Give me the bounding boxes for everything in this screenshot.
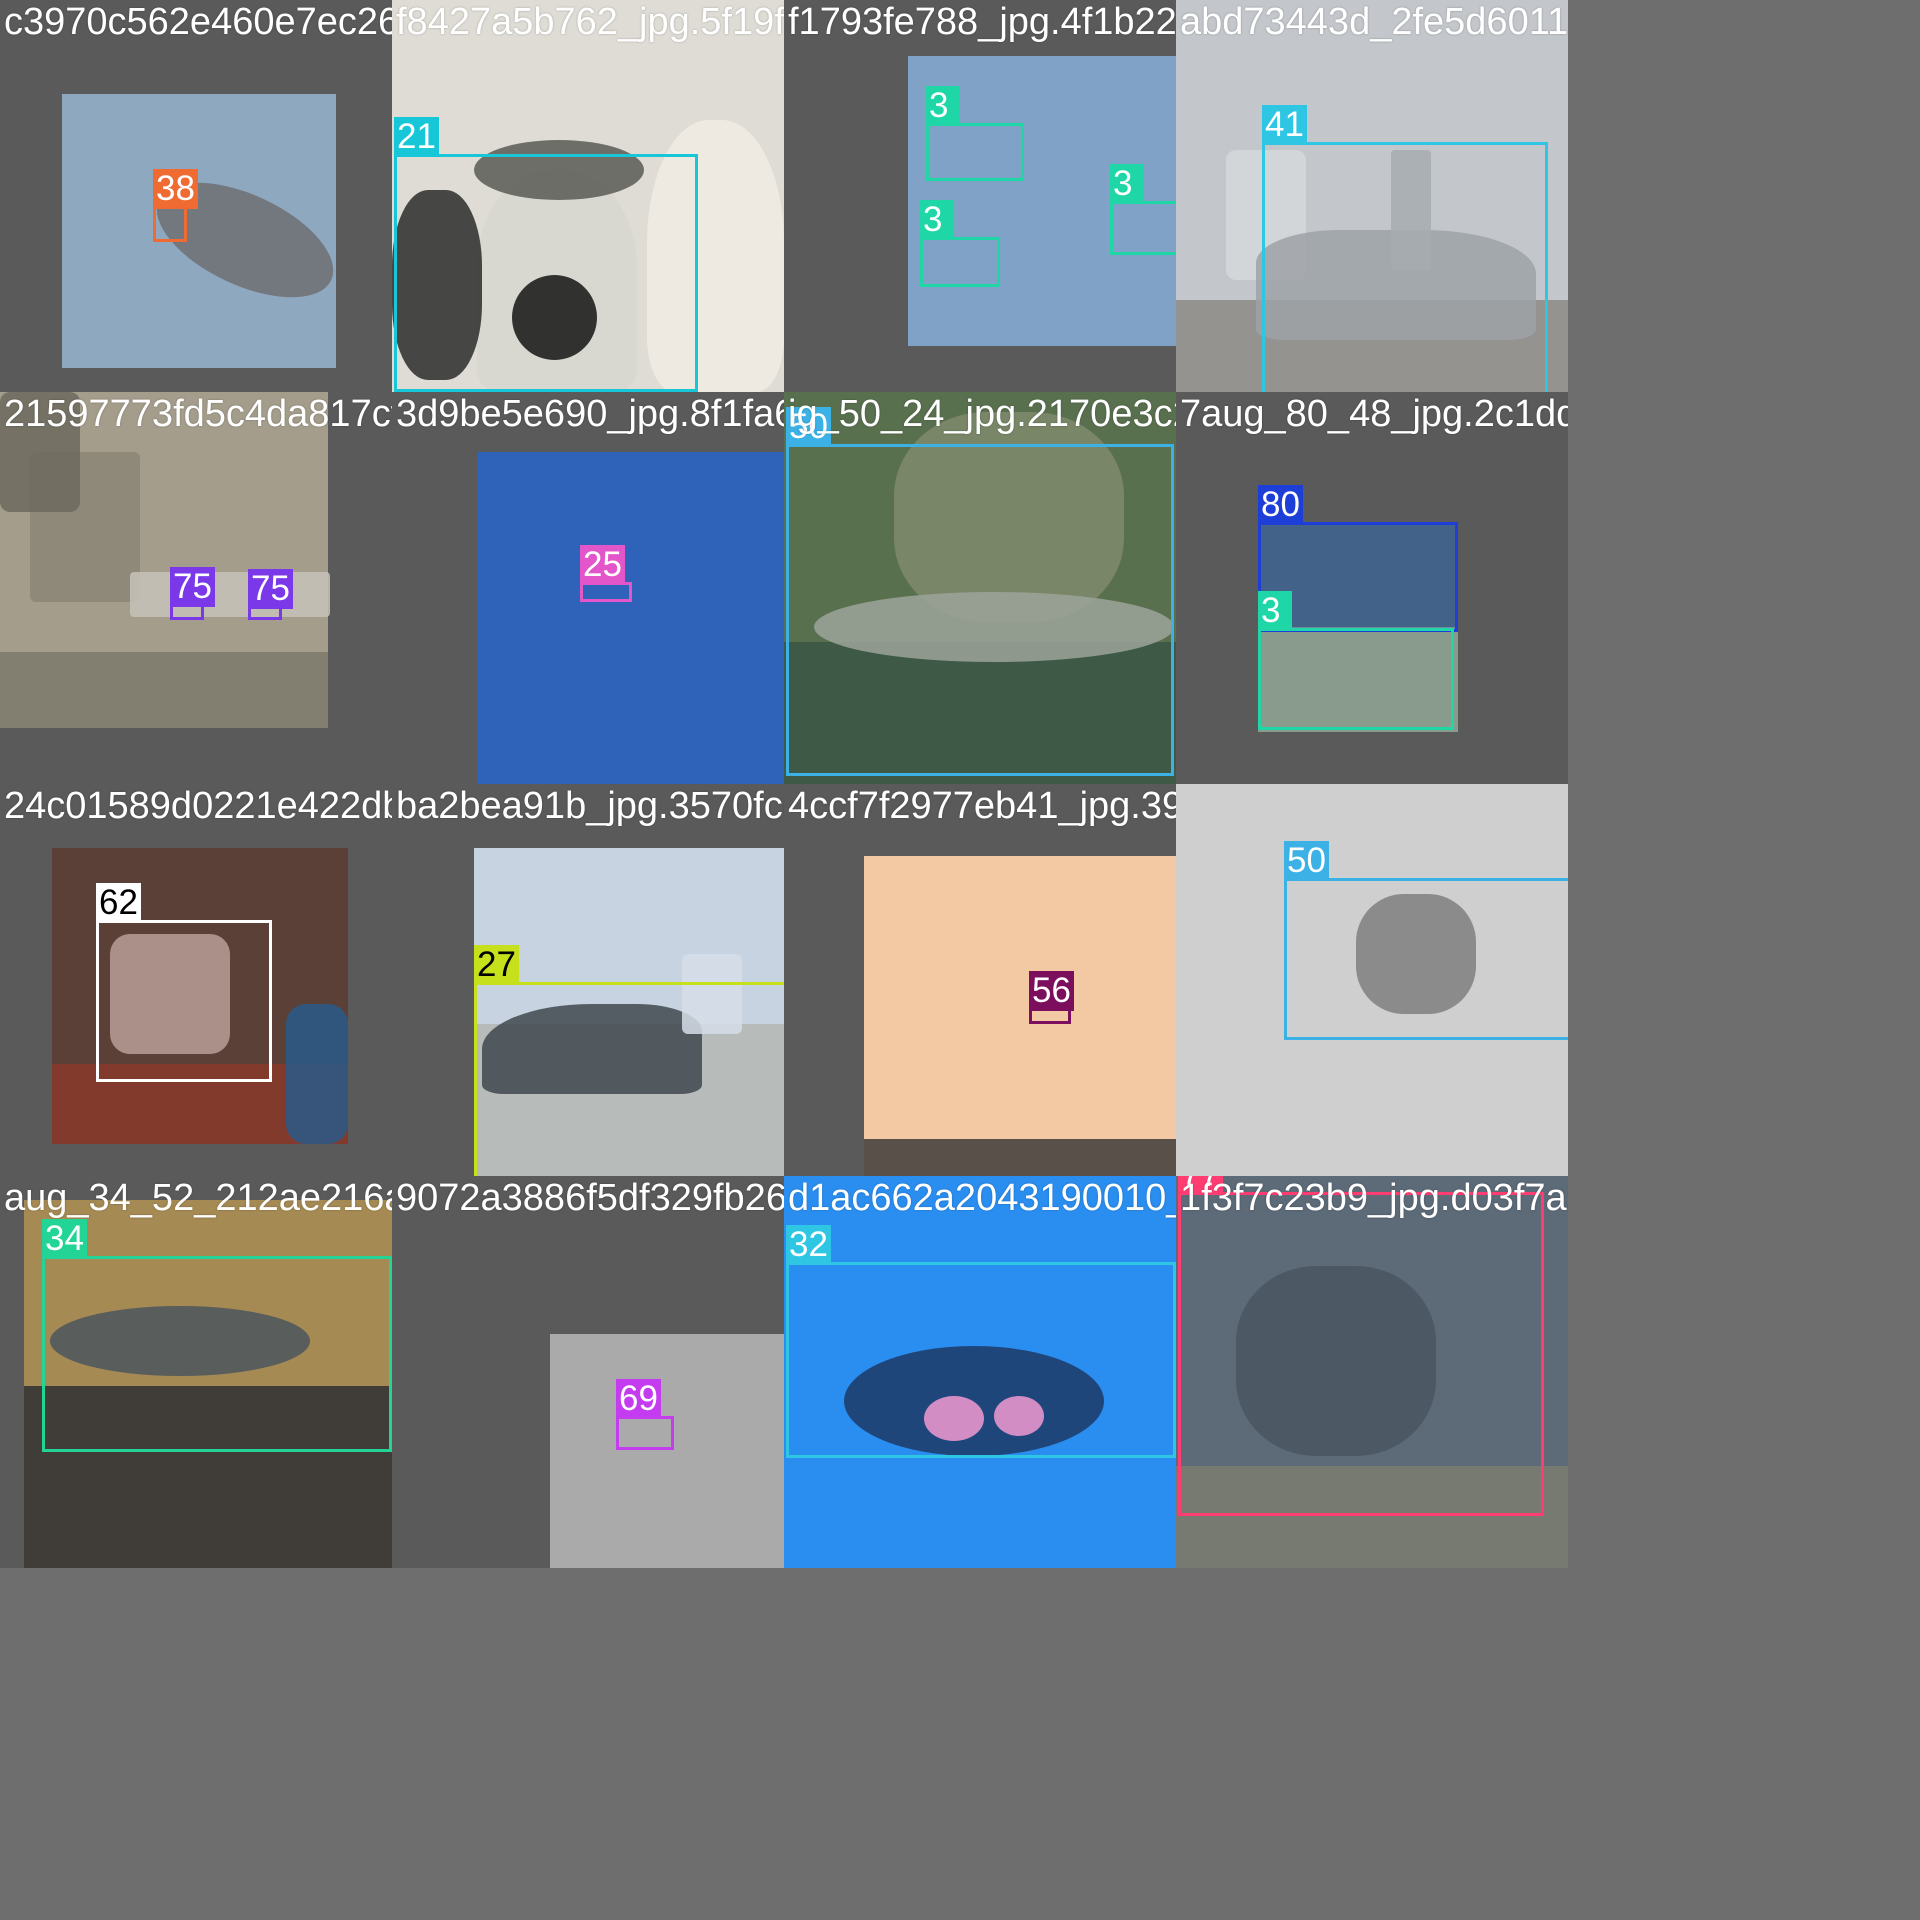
mosaic-tile: 50	[1176, 784, 1568, 1176]
mosaic-tile: 8037aug_80_48_jpg.2c1ddf1214	[1176, 392, 1568, 784]
tile-photo	[478, 452, 784, 784]
detection-label: 34	[42, 1219, 87, 1259]
detection-box: 69	[616, 1379, 674, 1450]
photo-shape	[864, 1139, 1176, 1176]
detection-mosaic: 38c3970c562e460e7ec264dbaf8424a95762_jpg…	[0, 0, 1920, 1920]
mosaic-tile: 69 9072a3886f5df329fb26	[392, 1176, 784, 1568]
detection-label: 50	[786, 407, 831, 447]
detection-box: 77	[1178, 1176, 1544, 1516]
tile-photo	[864, 856, 1176, 1176]
detection-box: 56	[1029, 971, 1074, 1024]
detection-box: 34	[42, 1219, 392, 1452]
detection-label: 80	[1258, 485, 1303, 525]
detection-label: 3	[1258, 591, 1292, 631]
photo-shape	[130, 572, 330, 617]
detection-label: 38	[153, 169, 198, 209]
detection-label: 62	[96, 883, 141, 923]
detection-box: 21	[394, 117, 698, 392]
photo-shape	[0, 392, 80, 512]
detection-box: 3	[920, 200, 1000, 287]
mosaic-tile: 757521597773fd5c4da817cf2ade389ecc6902b6…	[0, 392, 392, 784]
detection-box: 32	[786, 1225, 1176, 1458]
detection-label: 27	[474, 945, 519, 985]
mosaic-tile: 34aug_34_52_212ae216a19830a4386f5df329fb…	[0, 1176, 392, 1568]
mosaic-tile: 564ccf7f2977eb41_jpg.391bdcdf08c5	[784, 784, 1176, 1176]
detection-box: 62	[96, 883, 272, 1082]
detection-box: 3	[926, 86, 1024, 181]
mosaic-tile: 771f3f7c23b9_jpg.d03f7aaa6d7	[1176, 1176, 1568, 1568]
detection-box: 38	[153, 169, 198, 242]
detection-label: 32	[786, 1225, 831, 1265]
detection-box: 25	[580, 545, 632, 602]
detection-label: 50	[1284, 841, 1329, 881]
detection-box: 27	[474, 945, 784, 1176]
mosaic-tile: 32d1ac662a2043190010_jpg.1fcebe0112f3	[784, 1176, 1176, 1568]
detection-box: 75	[248, 569, 293, 620]
detection-label: 77	[1178, 1176, 1223, 1195]
detection-box: 50	[1284, 841, 1568, 1040]
mosaic-tile: 333f1793fe788_jpg.4f1b22ca34e5abd73443d_…	[784, 0, 1176, 392]
detection-label: 75	[248, 569, 293, 609]
mosaic-tile: 6224c01589d0221e422db7b2b85a5f2b49b1_jpg…	[0, 784, 392, 1176]
detection-box: 50	[786, 407, 1174, 776]
mosaic-tile: 38c3970c562e460e7ec264dbaf8424a95762_jpg…	[0, 0, 392, 392]
detection-box: 41	[1262, 105, 1548, 392]
detection-label: 41	[1262, 105, 1307, 145]
detection-label: 56	[1029, 971, 1074, 1011]
detection-label: 25	[580, 545, 625, 585]
photo-shape	[286, 1004, 348, 1144]
mosaic-tile: 41abd73443d_2fe5d6011c2cb	[1176, 0, 1568, 392]
detection-label: 3	[1110, 164, 1144, 204]
mosaic-tile: 253d9be5e690_jpg.8f1fa68e4f721c	[392, 392, 784, 784]
mosaic-tile: 50ig_50_24_jpg.2170e3c2905397a3185437326…	[784, 392, 1176, 784]
detection-box: 75	[170, 567, 215, 620]
detection-box: 3	[1258, 591, 1454, 730]
mosaic-tile: 27ba2bea91b_jpg.3570fcd9582	[392, 784, 784, 1176]
detection-label: 75	[170, 567, 215, 607]
detection-label: 21	[394, 117, 439, 157]
photo-shape	[0, 652, 328, 728]
tile-photo	[550, 1334, 784, 1568]
detection-label: 69	[616, 1379, 661, 1419]
detection-label: 3	[920, 200, 954, 240]
detection-label: 3	[926, 86, 960, 126]
mosaic-tile: 21f8427a5b762_jpg.5f19fcb8c3e0f99a1e7394…	[392, 0, 784, 392]
detection-box: 3	[1110, 164, 1176, 255]
